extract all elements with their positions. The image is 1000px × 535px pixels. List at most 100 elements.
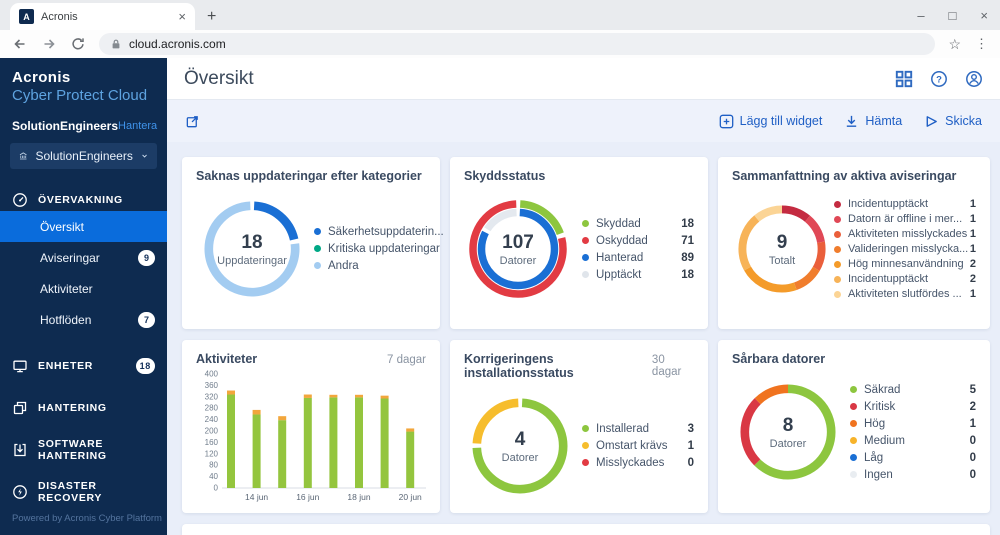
legend-value: 2 bbox=[969, 273, 976, 285]
lock-icon bbox=[112, 39, 120, 49]
legend-item: Säkerhetsuppdaterin...4 bbox=[314, 224, 469, 241]
sidebar-item-enheter[interactable]: ENHETER 18 bbox=[0, 355, 167, 377]
manage-link[interactable]: Hantera bbox=[118, 120, 157, 132]
legend-value: 1 bbox=[969, 243, 976, 255]
sidebar-item-label: DISASTER RECOVERY bbox=[38, 480, 103, 505]
legend-value: 2 bbox=[969, 400, 976, 413]
sidebar-item-hotfloden[interactable]: Hotflöden 7 bbox=[0, 304, 167, 335]
dashboard-toolbar: Lägg till widget Hämta Skicka bbox=[167, 100, 1000, 142]
legend-label: Hög minnesanvändning bbox=[848, 258, 964, 270]
sidebar-item-aviseringar[interactable]: Aviseringar 9 bbox=[0, 242, 167, 273]
donut-label: Datorer bbox=[769, 437, 807, 450]
legend-label: Valideringen misslycka... bbox=[848, 243, 969, 255]
window-minimize-button[interactable]: – bbox=[917, 8, 924, 23]
sidebar-item-disaster-recovery[interactable]: DISASTER RECOVERY bbox=[0, 480, 167, 505]
window-maximize-button[interactable]: □ bbox=[949, 8, 957, 23]
legend-label: Datorn är offline i mer... bbox=[848, 213, 963, 225]
legend-value: 89 bbox=[681, 251, 694, 264]
donut-value: 18 bbox=[241, 231, 263, 253]
legend-dot-icon bbox=[582, 442, 589, 450]
legend-label: Medium bbox=[864, 434, 905, 447]
legend-label: Upptäckt bbox=[596, 268, 642, 281]
widget-title: Saknas uppdateringar efter kategorier bbox=[196, 169, 422, 183]
legend-value: 1 bbox=[969, 417, 976, 430]
legend-dot-icon bbox=[834, 260, 841, 268]
legend-dot-icon bbox=[850, 385, 857, 393]
send-button[interactable]: Skicka bbox=[924, 114, 982, 129]
svg-text:160: 160 bbox=[205, 438, 219, 447]
browser-tab[interactable]: A Acronis × bbox=[10, 3, 195, 30]
legend-item: Skyddad 18 bbox=[582, 215, 694, 232]
add-widget-button[interactable]: Lägg till widget bbox=[719, 114, 822, 129]
donut-center: 8 Datorer bbox=[740, 384, 836, 480]
missing-updates-donut: 18 Uppdateringar bbox=[204, 201, 300, 297]
window-close-button[interactable]: × bbox=[980, 8, 988, 23]
forward-icon[interactable] bbox=[41, 36, 57, 52]
legend-dot-icon bbox=[582, 459, 589, 467]
donut-label: Totalt bbox=[768, 254, 796, 267]
legend-item: Hög minnesanvändning 2 bbox=[834, 257, 976, 272]
account-icon[interactable] bbox=[965, 70, 983, 88]
widget-activities: Aktiviteter 7 dagar 0 40 80 120 160 200 240 280… bbox=[182, 340, 440, 513]
chevron-down-icon bbox=[142, 155, 147, 158]
help-icon[interactable]: ? bbox=[930, 70, 948, 88]
svg-text:360: 360 bbox=[205, 381, 219, 390]
svg-text:14 jun: 14 jun bbox=[245, 492, 268, 502]
legend-item: Oskyddad 71 bbox=[582, 232, 694, 249]
protection-status-donut: 107 Datorer bbox=[468, 199, 568, 299]
next-row-widget-edge bbox=[182, 524, 990, 535]
activities-bar-chart: 0 40 80 120 160 200 240 280 320 360 400 14 jun 16 ju… bbox=[196, 368, 426, 502]
sidebar-item-oversikt[interactable]: Översikt bbox=[0, 211, 167, 243]
legend-dot-icon bbox=[582, 219, 589, 227]
sidebar-item-aktiviteter[interactable]: Aktiviteter bbox=[0, 273, 167, 304]
lightning-circle-icon bbox=[13, 485, 27, 500]
count-badge: 18 bbox=[135, 358, 155, 375]
brand-line2: Cyber Protect Cloud bbox=[12, 86, 148, 104]
browser-menu-icon[interactable]: ⋮ bbox=[975, 36, 988, 52]
legend-dot-icon bbox=[834, 290, 841, 298]
legend-value: 18 bbox=[681, 217, 694, 230]
gauge-icon bbox=[13, 193, 27, 208]
legend-dot-icon bbox=[850, 453, 857, 461]
legend-dot-icon bbox=[834, 215, 841, 223]
legend-dot-icon bbox=[314, 262, 321, 270]
sidebar-item-hantering[interactable]: HANTERING bbox=[0, 397, 167, 419]
page-title: Översikt bbox=[184, 67, 254, 89]
legend-value: 0 bbox=[687, 457, 694, 469]
reload-icon[interactable] bbox=[70, 36, 86, 52]
legend-label: Skyddad bbox=[596, 217, 641, 230]
new-tab-button[interactable]: + bbox=[207, 9, 216, 25]
send-label: Skicka bbox=[945, 114, 982, 128]
back-icon[interactable] bbox=[12, 36, 28, 52]
popout-icon[interactable] bbox=[185, 114, 200, 129]
download-button[interactable]: Hämta bbox=[844, 114, 902, 129]
powered-by-text: Powered by Acronis Cyber Platform bbox=[12, 513, 162, 524]
sidebar-item-label: HANTERING bbox=[38, 402, 107, 415]
legend-dot-icon bbox=[834, 200, 841, 208]
org-selector[interactable]: SolutionEngineers bbox=[10, 143, 157, 170]
sidebar-item-overvakning[interactable]: ÖVERVAKNING bbox=[0, 189, 167, 211]
widget-period: 7 dagar bbox=[386, 354, 426, 366]
widget-patch-status: Korrigeringens installationsstatus 30 da… bbox=[450, 340, 708, 513]
count-badge: 9 bbox=[138, 249, 155, 266]
org-selector-label: SolutionEngineers bbox=[35, 149, 133, 164]
svg-text:280: 280 bbox=[205, 404, 219, 413]
legend-item: Säkrad 5 bbox=[850, 381, 976, 398]
legend-value: 0 bbox=[969, 434, 976, 447]
legend-value: 1 bbox=[687, 440, 694, 452]
widget-title: Aktiviteter bbox=[196, 352, 258, 366]
url-bar[interactable]: cloud.acronis.com bbox=[99, 33, 936, 55]
donut-value: 8 bbox=[782, 414, 794, 436]
bookmark-star-icon[interactable]: ☆ bbox=[948, 36, 961, 53]
legend-label: Kritisk bbox=[864, 400, 896, 413]
sidebar-item-software-hantering[interactable]: SOFTWARE HANTERING bbox=[0, 438, 167, 462]
apps-grid-icon[interactable] bbox=[895, 70, 913, 88]
chart-legend: Säkerhetsuppdaterin...4Kritiska uppdater… bbox=[314, 224, 469, 275]
legend-label: Misslyckades bbox=[596, 457, 665, 469]
donut-label: Uppdateringar bbox=[217, 254, 287, 267]
layers-icon bbox=[13, 402, 27, 415]
tab-close-icon[interactable]: × bbox=[178, 10, 186, 23]
active-alerts-donut: 9 Totalt bbox=[738, 205, 826, 293]
legend-label: Säkrad bbox=[864, 383, 901, 396]
svg-text:200: 200 bbox=[205, 427, 219, 436]
